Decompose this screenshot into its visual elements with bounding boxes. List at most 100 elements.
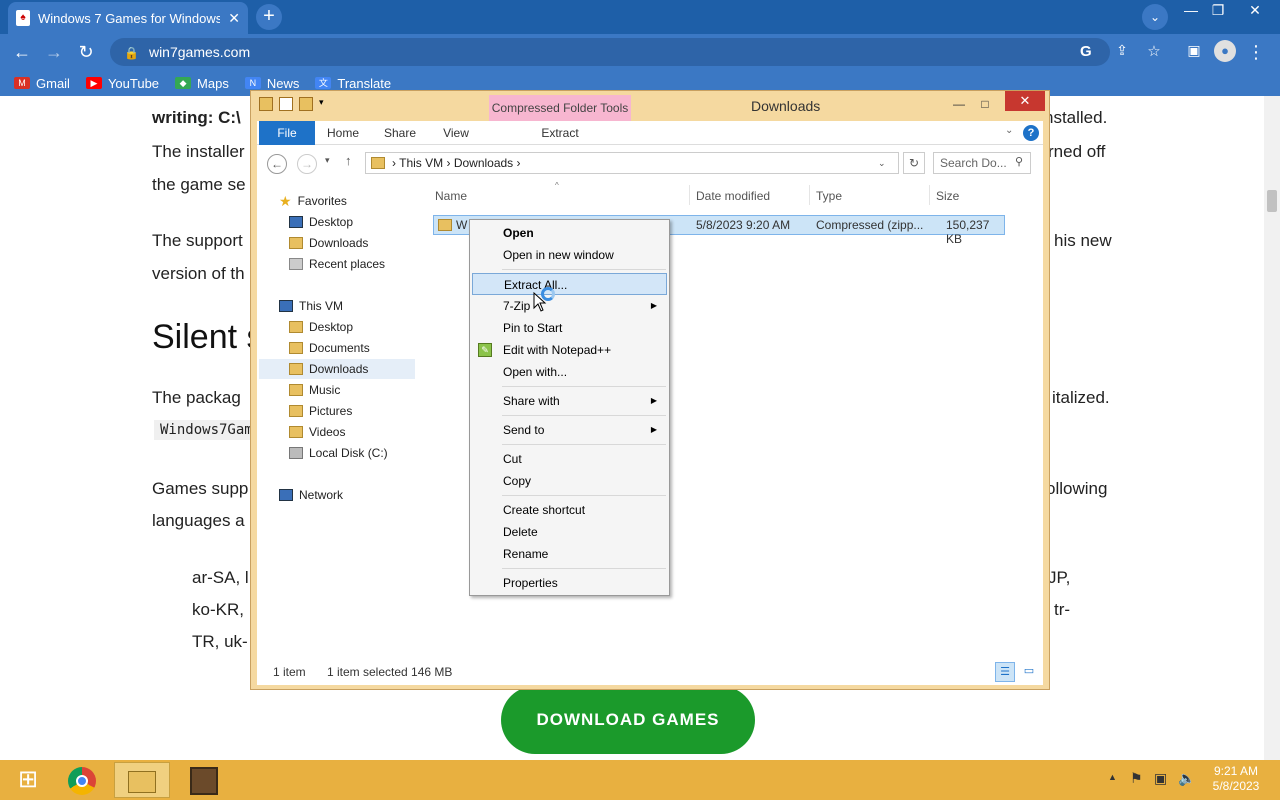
nav-pictures[interactable]: Pictures [285, 401, 352, 421]
menu-item-rename[interactable]: Rename [472, 543, 667, 565]
nav-favorites[interactable]: ★ Favorites [275, 191, 347, 211]
column-divider[interactable] [689, 185, 690, 205]
tab-view[interactable]: View [433, 121, 479, 145]
forward-icon[interactable]: → [42, 42, 66, 63]
page-text-line: tr- [1054, 600, 1071, 619]
sort-arrow-icon: ^ [555, 181, 559, 190]
bookmark-gmail[interactable]: M Gmail [14, 76, 70, 91]
large-icons-view-icon[interactable]: ▭ [1019, 662, 1039, 682]
back-icon[interactable]: ← [10, 42, 34, 63]
refresh-icon[interactable]: ↻ [903, 152, 925, 174]
new-tab-button[interactable]: + [256, 4, 282, 30]
explorer-close-button[interactable]: ✕ [1005, 91, 1045, 111]
browser-tab[interactable]: ♠ Windows 7 Games for Windows ✕ [8, 2, 248, 34]
column-date-modified[interactable]: Date modified [696, 189, 770, 203]
close-tab-icon[interactable]: ✕ [228, 10, 240, 27]
address-bar[interactable]: 🔒 win7games.com G [110, 38, 1110, 66]
page-scrollbar-thumb[interactable] [1267, 190, 1277, 212]
address-dropdown-icon[interactable]: ⌄ [878, 153, 886, 173]
tab-extract[interactable]: Extract [489, 121, 631, 145]
nav-fav-desktop[interactable]: Desktop [285, 212, 353, 232]
start-windows-icon[interactable]: ⊞ [0, 762, 56, 798]
expand-ribbon-icon[interactable]: ⌄ [1005, 125, 1013, 136]
volume-muted-icon[interactable]: 🔈 [1178, 770, 1195, 787]
google-icon[interactable]: G [1080, 38, 1092, 66]
tab-share[interactable]: Share [377, 121, 423, 145]
nav-music[interactable]: Music [285, 380, 340, 400]
nav-desktop[interactable]: Desktop [285, 317, 353, 337]
minecraft-taskbar-button[interactable] [176, 762, 232, 798]
reload-icon[interactable]: ↻ [74, 42, 98, 63]
nav-recent-places[interactable]: Recent places [285, 254, 385, 274]
nav-videos[interactable]: Videos [285, 422, 345, 442]
breadcrumb-downloads[interactable]: Downloads [454, 156, 513, 170]
tab-search-button[interactable]: ⌄ [1142, 4, 1168, 30]
menu-item-open-with[interactable]: Open with... [472, 361, 667, 383]
column-type[interactable]: Type [816, 189, 842, 203]
chrome-taskbar-button[interactable] [54, 762, 110, 798]
customize-qat-icon[interactable]: ▾ [319, 97, 324, 111]
help-icon[interactable]: ? [1023, 125, 1039, 141]
menu-item-open[interactable]: Open [472, 222, 667, 244]
folder-down-icon[interactable] [259, 97, 273, 111]
profile-avatar[interactable]: ● [1214, 40, 1236, 62]
new-folder-icon[interactable] [299, 97, 313, 111]
bookmark-youtube[interactable]: ▶ YouTube [85, 76, 159, 91]
breadcrumb-this-vm[interactable]: This VM [399, 156, 443, 170]
nav-local-disk[interactable]: Local Disk (C:) [285, 443, 388, 463]
side-panel-icon[interactable]: ▣ [1182, 42, 1206, 59]
menu-item-properties[interactable]: Properties [472, 572, 667, 594]
menu-item-delete[interactable]: Delete [472, 521, 667, 543]
restore-browser-button[interactable]: ❐ [1203, 2, 1233, 19]
show-hidden-icons-icon[interactable]: ▲ [1108, 772, 1117, 782]
folder-icon [289, 342, 303, 354]
breadcrumb[interactable]: › This VM › Downloads › ⌄ [365, 152, 899, 174]
menu-item-share-with[interactable]: Share with ▶ [472, 390, 667, 412]
network-status-icon[interactable]: ▣ [1154, 770, 1167, 787]
menu-item-open-in-new-window[interactable]: Open in new window [472, 244, 667, 266]
menu-dots-icon[interactable]: ⋮ [1244, 42, 1268, 63]
back-icon[interactable]: ← [267, 154, 287, 174]
nav-this-vm[interactable]: This VM [275, 296, 343, 316]
details-view-icon[interactable]: ☰ [995, 662, 1015, 682]
menu-item-copy[interactable]: Copy [472, 470, 667, 492]
nav-documents[interactable]: Documents [285, 338, 370, 358]
close-browser-button[interactable]: ✕ [1240, 2, 1270, 19]
nav-network[interactable]: Network [275, 485, 343, 505]
bookmark-star-icon[interactable]: ☆ [1142, 42, 1166, 60]
page-heading: Silent s [152, 318, 264, 356]
menu-item-send-to[interactable]: Send to ▶ [472, 419, 667, 441]
tab-file[interactable]: File [259, 121, 315, 145]
menu-item-7-zip[interactable]: 7-Zip ▶ [472, 295, 667, 317]
menu-item-edit-with-notepad[interactable]: Edit with Notepad++ ✎ [472, 339, 667, 361]
page-text-line: ar-SA, l [192, 568, 249, 587]
share-icon[interactable]: ⇪ [1110, 42, 1134, 59]
recent-locations-icon[interactable]: ▾ [325, 155, 330, 166]
explorer-taskbar-button[interactable] [114, 762, 170, 798]
action-center-icon[interactable]: ⚑ [1130, 770, 1143, 787]
minimize-browser-button[interactable]: — [1176, 2, 1206, 18]
menu-item-pin-to-start[interactable]: Pin to Start [472, 317, 667, 339]
up-icon[interactable]: ↑ [345, 153, 352, 168]
column-divider[interactable] [809, 185, 810, 205]
bookmark-maps[interactable]: ◆ Maps [175, 76, 229, 91]
bookmark-translate[interactable]: 文 Translate [315, 76, 391, 91]
explorer-maximize-button[interactable]: □ [971, 94, 999, 114]
menu-item-label: Extract All... [504, 278, 568, 292]
column-divider[interactable] [929, 185, 930, 205]
properties-icon[interactable] [279, 97, 293, 111]
bookmark-news[interactable]: N News [244, 76, 299, 91]
forward-icon[interactable]: → [297, 154, 317, 174]
tab-home[interactable]: Home [321, 121, 365, 145]
explorer-minimize-button[interactable]: — [945, 94, 973, 114]
column-size[interactable]: Size [936, 189, 959, 203]
menu-item-extract-all[interactable]: Extract All... [472, 273, 667, 295]
download-games-button[interactable]: DOWNLOAD GAMES [501, 686, 755, 754]
column-name[interactable]: Name [435, 189, 467, 203]
taskbar-clock[interactable]: 9:21 AM 5/8/2023 [1206, 764, 1266, 794]
page-text-line: nstalled. [1044, 108, 1108, 127]
nav-fav-downloads[interactable]: Downloads [285, 233, 368, 253]
menu-item-create-shortcut[interactable]: Create shortcut [472, 499, 667, 521]
menu-item-cut[interactable]: Cut [472, 448, 667, 470]
nav-downloads[interactable]: Downloads [259, 359, 415, 379]
